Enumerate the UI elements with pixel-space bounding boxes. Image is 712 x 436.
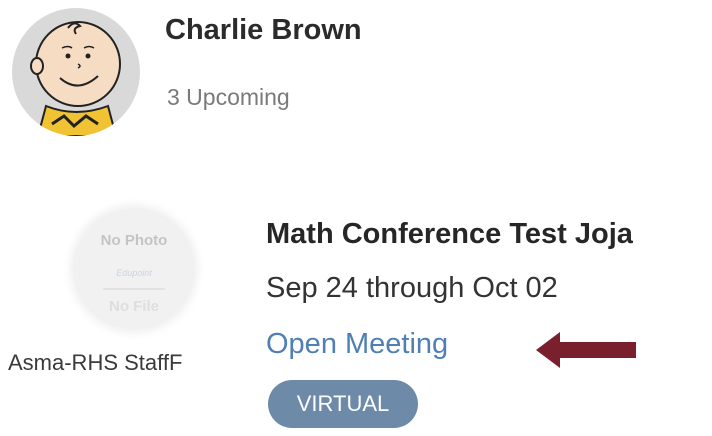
no-photo-footer: No File	[108, 298, 159, 315]
charlie-brown-avatar-icon	[30, 21, 121, 136]
no-photo-icon: No Photo Edupoint No File	[75, 210, 193, 328]
student-card: Charlie Brown 3 Upcoming	[0, 0, 712, 160]
host-name: Asma-RHS StaffF	[8, 350, 183, 375]
upcoming-count: 3 Upcoming	[167, 84, 290, 110]
meeting-card: No Photo Edupoint No File Asma-RHS Staff…	[0, 200, 712, 436]
no-photo-label: No Photo	[100, 232, 168, 249]
meeting-title: Math Conference Test Joja	[266, 218, 633, 250]
virtual-badge: VIRTUAL	[268, 380, 418, 428]
meeting-dates: Sep 24 through Oct 02	[266, 272, 558, 304]
no-photo-divider	[103, 288, 165, 290]
no-photo-brand: Edupoint	[116, 268, 152, 278]
student-avatar-icon[interactable]	[12, 8, 140, 136]
arrow-left-icon	[536, 332, 636, 368]
student-name[interactable]: Charlie Brown	[165, 14, 362, 47]
open-meeting-link[interactable]: Open Meeting	[266, 328, 448, 361]
